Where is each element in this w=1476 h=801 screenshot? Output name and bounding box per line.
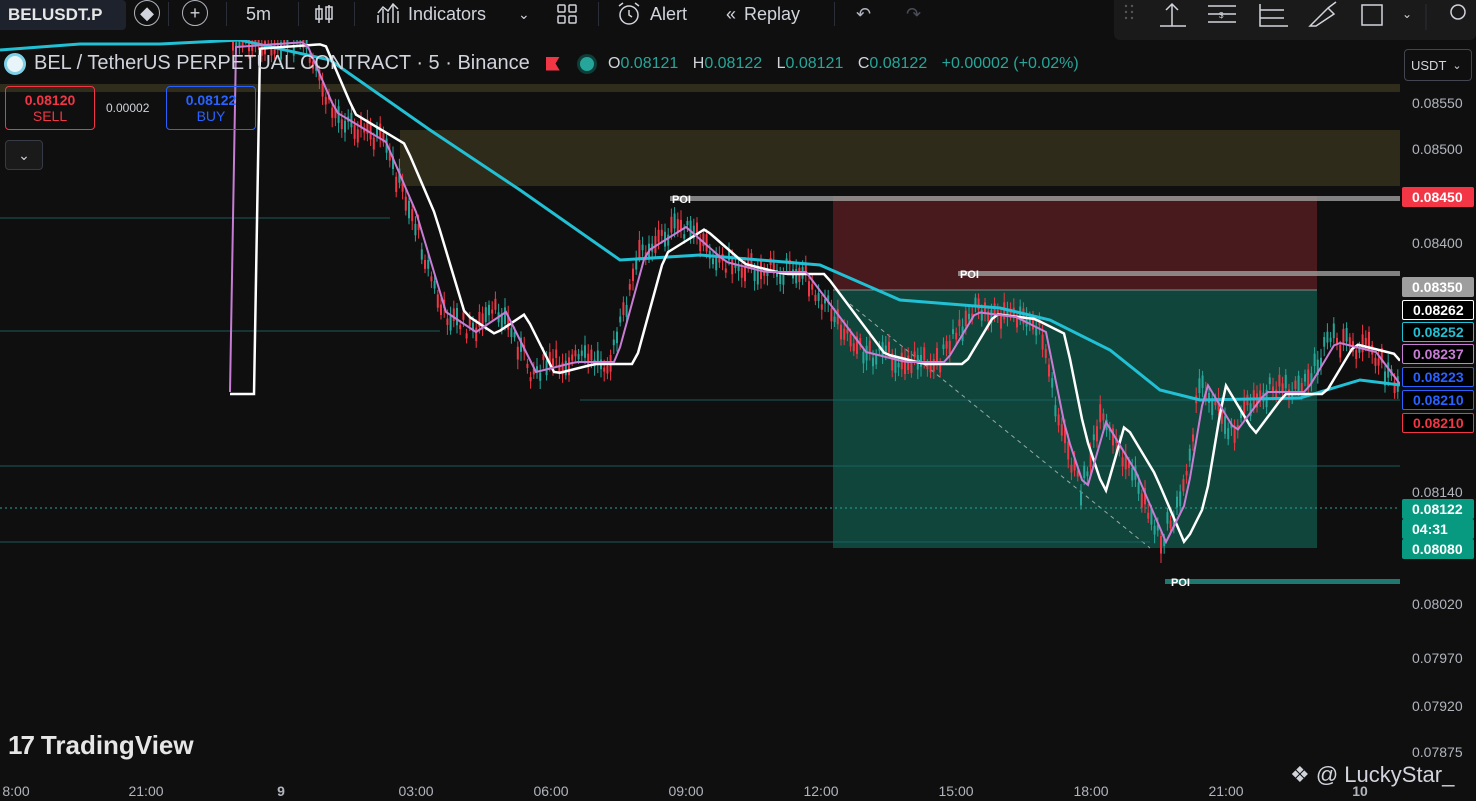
svg-text:⌄: ⌄ (1402, 7, 1412, 21)
interval-button[interactable]: 5m (246, 0, 271, 28)
indicators-chevron-icon[interactable]: ⌄ (518, 0, 530, 28)
buy-price: 0.08122 (185, 92, 237, 108)
time-label: 12:00 (803, 783, 839, 799)
interval-label: 5m (246, 3, 272, 24)
candles-icon[interactable] (314, 0, 334, 28)
chart-pane[interactable]: POI POI POI (0, 18, 1401, 781)
symbol-label: BELUSDT.P (8, 5, 103, 24)
price-tag: 0.08080 (1402, 539, 1474, 559)
ohlc-values: O0.08121 H0.08122 L0.08121 C0.08122 +0.0… (608, 55, 1079, 72)
symbol-description: BEL / TetherUS PERPETUAL CONTRACT · 5 · … (34, 52, 530, 74)
binance-icon: ❖ (1290, 762, 1310, 787)
market-status-icon (579, 56, 594, 71)
price-tag: 0.08450 (1402, 187, 1474, 207)
price-label: 0.08400 (1412, 235, 1463, 251)
drawing-toolbar: $ ⌄ (1114, 0, 1476, 40)
price-label: 0.08500 (1412, 141, 1463, 157)
symbol-legend[interactable]: BEL / TetherUS PERPETUAL CONTRACT · 5 · … (4, 52, 594, 75)
undo-icon[interactable]: ↶ (856, 0, 871, 28)
replay-button[interactable]: « Replay (726, 0, 800, 28)
indicators-label: Indicators (408, 3, 487, 24)
rewind-icon: « (726, 3, 737, 24)
buy-button[interactable]: 0.08122 BUY (166, 86, 256, 130)
tv-logo-icon: 17 (8, 730, 35, 760)
bel-logo-icon (4, 52, 26, 75)
alert-label: Alert (650, 3, 688, 24)
tradingview-wordmark: TradingView (40, 730, 194, 760)
poi-label: POI (1171, 577, 1190, 589)
indicators-button[interactable]: Indicators (376, 0, 486, 28)
price-tag: 04:31 (1402, 519, 1474, 539)
alarm-icon (618, 2, 640, 25)
price-tag: 0.08223 (1402, 367, 1474, 387)
price-label: 0.07920 (1412, 698, 1463, 714)
spread-value: 0.00002 (106, 101, 150, 115)
sell-price: 0.08120 (24, 92, 76, 108)
price-tag: 0.08122 (1402, 499, 1474, 519)
watermark-text: @ LuckyStar_ (1315, 762, 1455, 787)
currency-selector[interactable]: USDT ⌄ (1404, 49, 1472, 81)
time-label: 06:00 (533, 783, 569, 799)
watermark: ❖ @ LuckyStar_ (1290, 762, 1454, 788)
price-axis[interactable]: 0.08550 0.08500 0.08400 0.08140 0.08020 0.079… (1400, 40, 1476, 781)
price-tag: 0.08210 (1402, 390, 1474, 410)
time-label: 9 (277, 783, 285, 799)
time-label: 21:00 (1208, 783, 1244, 799)
price-label: 0.07875 (1412, 744, 1463, 760)
currency-label: USDT (1411, 57, 1447, 73)
price-label: 0.08140 (1412, 484, 1463, 500)
time-axis[interactable]: 8:00 21:00 9 03:00 06:00 09:00 12:00 15:00 18:00… (0, 781, 1400, 801)
redo-icon[interactable]: ↷ (906, 0, 921, 28)
price-label: 0.08020 (1412, 596, 1463, 612)
poi-label: POI (672, 194, 691, 206)
time-label: 8:00 (2, 783, 30, 799)
sell-button[interactable]: 0.08120 SELL (5, 86, 95, 130)
price-label: 0.07970 (1412, 650, 1463, 666)
collapse-chevron-icon[interactable]: ⌄ (5, 140, 43, 170)
time-label: 09:00 (668, 783, 704, 799)
sell-label: SELL (32, 108, 68, 124)
price-tag: 0.08262 (1402, 300, 1474, 320)
chevron-down-icon: ⌄ (1452, 59, 1462, 72)
time-label: 18:00 (1073, 783, 1109, 799)
add-symbol-icon[interactable]: + (182, 0, 208, 26)
time-label: 03:00 (398, 783, 434, 799)
layout-icon[interactable] (556, 0, 578, 28)
alert-button[interactable]: Alert (616, 0, 687, 28)
replay-label: Replay (744, 3, 801, 24)
price-tag: 0.08237 (1402, 344, 1474, 364)
price-label: 0.08550 (1412, 95, 1463, 111)
flag-icon (545, 56, 560, 71)
time-label: 15:00 (938, 783, 974, 799)
price-tag: 0.08210 (1402, 413, 1474, 433)
tradingview-logo[interactable]: 17 TradingView (8, 730, 194, 761)
svg-text:$: $ (1219, 11, 1224, 20)
buy-label: BUY (196, 108, 226, 124)
indicators-icon (377, 3, 399, 23)
price-tag: 0.08252 (1402, 322, 1474, 342)
diamond-icon[interactable]: ◆ (134, 0, 160, 26)
top-toolbar: BELUSDT.P ◆ + 5m Indicators ⌄ Alert « Re… (0, 0, 1476, 40)
time-label: 21:00 (128, 783, 164, 799)
poi-label: POI (960, 269, 979, 281)
price-chart: POI POI POI (0, 18, 1401, 589)
price-tag: 0.08350 (1402, 277, 1474, 297)
symbol-search-button[interactable]: BELUSDT.P (0, 0, 126, 30)
